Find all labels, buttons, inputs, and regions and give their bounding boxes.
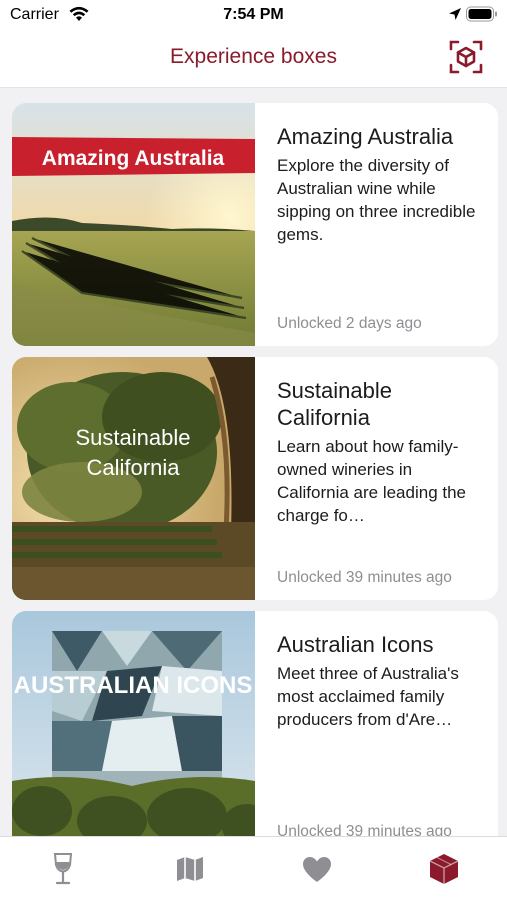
experience-card[interactable]: Amazing Australia Amazing Australia Expl… (12, 103, 498, 346)
experience-card-image: AUSTRALIAN ICONS (12, 611, 255, 836)
image-caption: AUSTRALIAN ICONS (14, 672, 253, 699)
heart-icon (303, 856, 331, 882)
experience-card[interactable]: AUSTRALIAN ICONS Australian Icons Meet t… (12, 611, 498, 836)
experience-card-info: Sustainable California Learn about how f… (277, 377, 487, 587)
tab-map[interactable] (170, 849, 210, 889)
clock: 7:54 PM (223, 6, 284, 23)
location-arrow-icon (448, 7, 462, 21)
battery-icon (466, 6, 498, 22)
map-icon (177, 857, 203, 881)
image-caption-line-1: Sustainable (76, 425, 191, 450)
image-caption: Amazing Australia (42, 147, 225, 170)
box-icon (429, 854, 459, 884)
ar-cube-scan-icon (449, 40, 483, 74)
wine-glass-icon (53, 853, 73, 885)
experience-box-list[interactable]: Amazing Australia Amazing Australia Expl… (0, 88, 507, 836)
navigation-bar: Experience boxes (0, 32, 507, 88)
experience-description: Meet three of Australia's most acclaimed… (277, 664, 459, 729)
experience-description: Learn about how family-owned wineries in… (277, 437, 467, 525)
experience-description: Explore the diversity of Australian wine… (277, 156, 476, 244)
experience-card[interactable]: Sustainable California Sustainable Calif… (12, 357, 498, 600)
tab-wines[interactable] (43, 849, 83, 889)
unlocked-time: Unlocked 39 minutes ago (277, 569, 452, 586)
ar-scan-button[interactable] (447, 38, 485, 76)
experience-name: Australian Icons (277, 632, 434, 657)
experience-card-info: Amazing Australia Explore the diversity … (277, 123, 487, 333)
tab-favorites[interactable] (297, 849, 337, 889)
unlocked-time: Unlocked 2 days ago (277, 315, 422, 332)
page-title: Experience boxes (170, 45, 337, 68)
experience-name: Sustainable California (277, 378, 392, 430)
experience-card-image: Amazing Australia (12, 103, 255, 346)
image-caption-line-2: California (87, 455, 181, 480)
tab-experience-boxes[interactable] (424, 849, 464, 889)
experience-name: Amazing Australia (277, 124, 454, 149)
tab-bar (0, 836, 507, 900)
experience-card-image: Sustainable California (12, 357, 255, 600)
status-bar: Carrier 7:54 PM (0, 0, 507, 32)
unlocked-time: Unlocked 39 minutes ago (277, 823, 452, 836)
experience-card-info: Australian Icons Meet three of Australia… (277, 631, 487, 836)
